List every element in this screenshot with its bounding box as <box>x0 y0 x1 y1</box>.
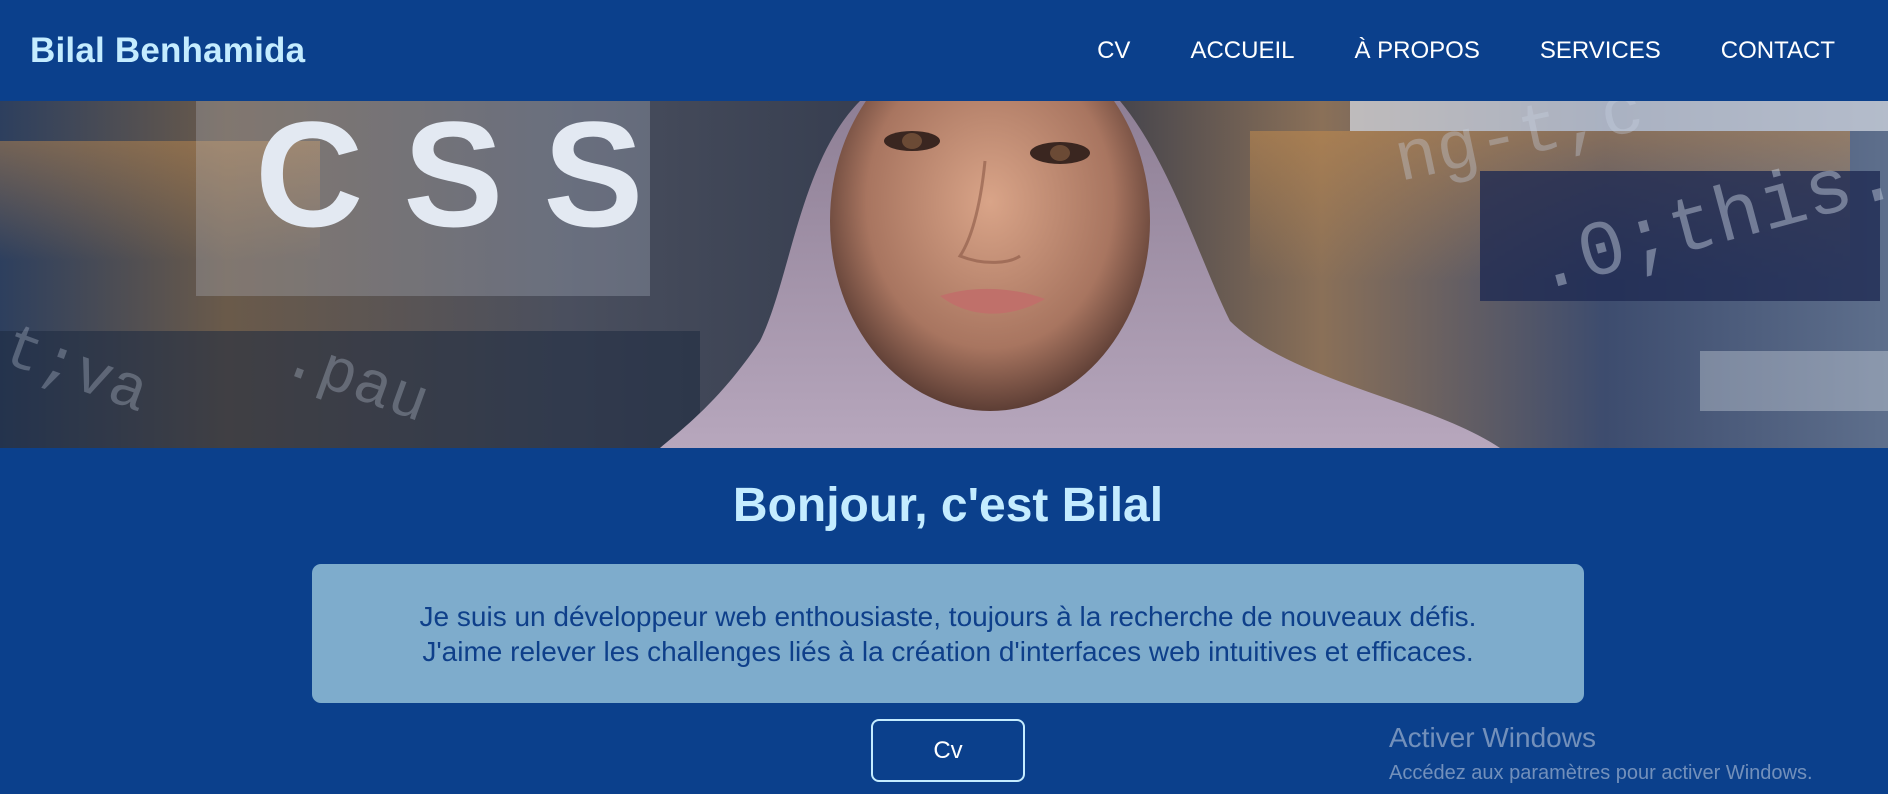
watermark-subtitle: Accédez aux paramètres pour activer Wind… <box>1389 762 1813 784</box>
about-text-line-2: J'aime relever les challenges liés à la … <box>422 635 1474 667</box>
cv-button[interactable]: Cv <box>871 719 1025 782</box>
main-nav: CV ACCUEIL À PROPOS SERVICES CONTACT <box>1037 37 1835 65</box>
brand-logo[interactable]: Bilal Benhamida <box>30 31 305 71</box>
windows-activation-watermark: Activer Windows Accédez aux paramètres p… <box>1389 722 1813 785</box>
css-banner-text: CSS <box>255 101 683 258</box>
about-text-line-1: Je suis un développeur web enthousiaste,… <box>419 600 1477 632</box>
hero-banner-image: CSS ng-t,c .0;this. t;va .pau <box>0 101 1888 448</box>
about-box: Je suis un développeur web enthousiaste,… <box>312 564 1584 703</box>
nav-link-services[interactable]: SERVICES <box>1540 37 1661 65</box>
nav-link-accueil[interactable]: ACCUEIL <box>1190 37 1294 65</box>
watermark-title: Activer Windows <box>1389 722 1596 753</box>
site-header: Bilal Benhamida CV ACCUEIL À PROPOS SERV… <box>0 0 1888 101</box>
hero-title: Bonjour, c'est Bilal <box>732 479 1164 532</box>
nav-link-cv[interactable]: CV <box>1097 37 1130 65</box>
nav-link-a-propos[interactable]: À PROPOS <box>1354 37 1479 65</box>
nav-link-contact[interactable]: CONTACT <box>1721 37 1835 65</box>
